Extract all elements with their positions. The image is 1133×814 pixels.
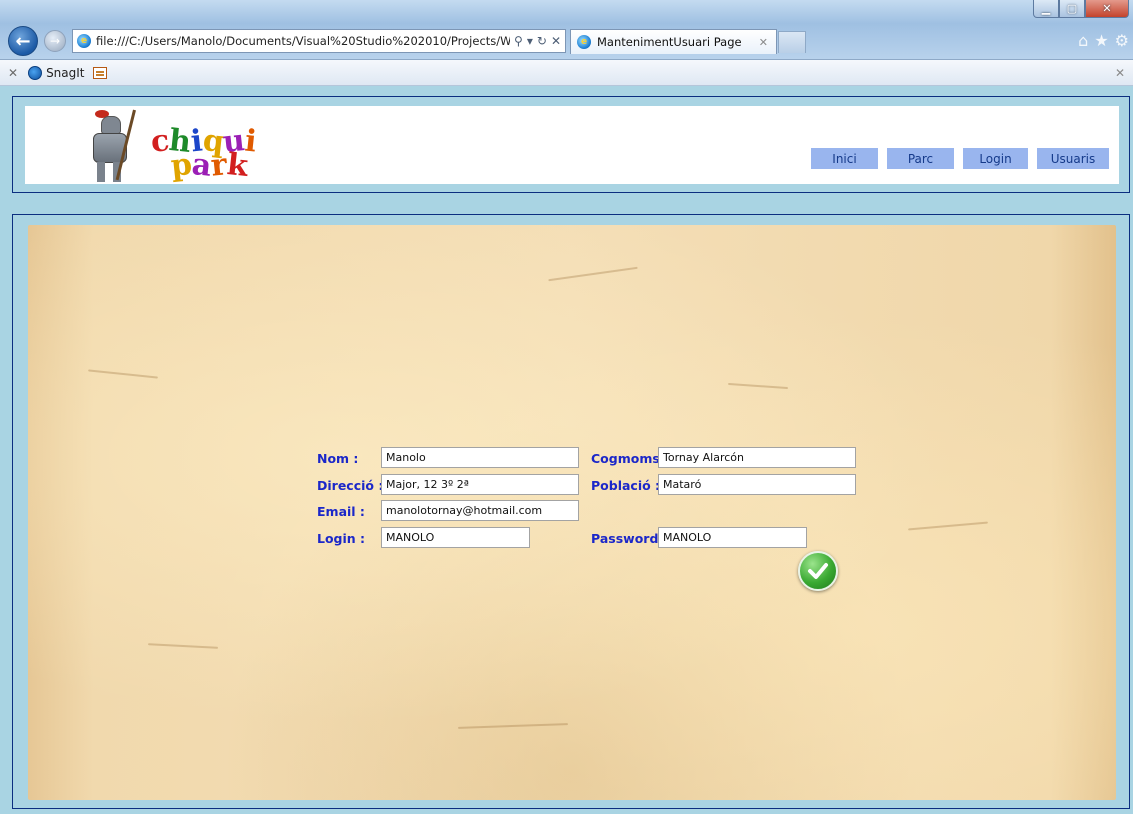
snagit-icon [28, 65, 43, 80]
dropdown-icon[interactable]: ▾ [527, 34, 533, 48]
user-form: Nom : Cogmoms Direcció : Població : Emai… [317, 447, 877, 597]
command-bar: ✕ SnagIt ✕ [0, 60, 1133, 86]
knight-helmet [101, 116, 121, 134]
close-window-icon[interactable]: ✕ [1085, 0, 1129, 18]
login-input[interactable] [381, 527, 530, 548]
browser-right-tools: ⌂ ★ ⚙ [1078, 31, 1129, 50]
email-label: Email : [317, 504, 365, 519]
document-icon[interactable] [92, 66, 107, 79]
chiqui-park-logo: chiqui park [75, 106, 275, 184]
snagit-button[interactable]: SnagIt [28, 65, 85, 80]
stop-icon[interactable]: ✕ [551, 34, 561, 48]
direccio-input[interactable] [381, 474, 579, 495]
close-toolbar-icon[interactable]: ✕ [8, 66, 18, 80]
gear-icon[interactable]: ⚙ [1115, 31, 1129, 50]
main-menu: Inici Parc Login Usuaris [811, 148, 1109, 169]
address-text[interactable]: file:///C:/Users/Manolo/Documents/Visual… [96, 34, 510, 48]
new-tab-button[interactable] [778, 31, 806, 53]
site-header: chiqui park Inici Parc Login Usuaris [12, 96, 1130, 193]
back-arrow-icon[interactable]: ← [8, 26, 38, 56]
poblacio-label: Població : [591, 478, 661, 493]
ie-tab-icon: e [577, 35, 591, 49]
login-label: Login : [317, 531, 366, 546]
cognoms-input[interactable] [658, 447, 856, 468]
browser-tab[interactable]: e MantenimentUsuari Page ✕ [570, 29, 777, 54]
window-controls: ▁ ▢ ✕ [1033, 0, 1129, 20]
direccio-label: Direcció : [317, 478, 384, 493]
nom-label: Nom : [317, 451, 359, 466]
command-bar-close-icon[interactable]: ✕ [1115, 66, 1125, 80]
checkmark-icon [808, 563, 828, 579]
wood-grain [548, 266, 638, 282]
cognoms-label: Cogmoms [591, 451, 660, 466]
tab-title: MantenimentUsuari Page [597, 35, 742, 49]
parchment-background: Nom : Cogmoms Direcció : Població : Emai… [28, 225, 1116, 800]
content-area: Nom : Cogmoms Direcció : Població : Emai… [12, 214, 1130, 809]
email-input[interactable] [381, 500, 579, 521]
poblacio-input[interactable] [658, 474, 856, 495]
minimize-icon[interactable]: ▁ [1033, 0, 1059, 18]
wood-grain [88, 369, 158, 379]
wood-grain [147, 643, 219, 649]
wood-grain [728, 382, 788, 390]
logo-word-park: park [169, 147, 250, 184]
forward-arrow-icon[interactable]: → [44, 30, 66, 52]
address-bar[interactable]: e file:///C:/Users/Manolo/Documents/Visu… [72, 29, 566, 53]
wood-grain [457, 723, 569, 729]
nom-input[interactable] [381, 447, 579, 468]
password-input[interactable] [658, 527, 807, 548]
address-tools: ⚲ ▾ ↻ ✕ [510, 34, 565, 48]
confirm-checkmark-button[interactable] [798, 551, 838, 591]
menu-item-usuaris[interactable]: Usuaris [1037, 148, 1109, 169]
password-label: Password [591, 531, 659, 546]
menu-item-inici[interactable]: Inici [811, 148, 878, 169]
tab-close-icon[interactable]: ✕ [759, 36, 768, 49]
browser-titlebar: ▁ ▢ ✕ ← → e file:///C:/Users/Manolo/Docu… [0, 0, 1133, 60]
logo-letter: k [225, 147, 250, 184]
favorites-star-icon[interactable]: ★ [1094, 31, 1108, 50]
home-icon[interactable]: ⌂ [1078, 31, 1088, 50]
snagit-label: SnagIt [46, 65, 85, 80]
ie-page-icon: e [77, 34, 91, 48]
header-banner: chiqui park Inici Parc Login Usuaris [25, 106, 1119, 184]
search-icon[interactable]: ⚲ [514, 34, 523, 48]
refresh-icon[interactable]: ↻ [537, 34, 547, 48]
wood-grain [908, 521, 988, 531]
menu-item-parc[interactable]: Parc [887, 148, 954, 169]
menu-item-login[interactable]: Login [963, 148, 1028, 169]
maximize-icon[interactable]: ▢ [1059, 0, 1085, 18]
